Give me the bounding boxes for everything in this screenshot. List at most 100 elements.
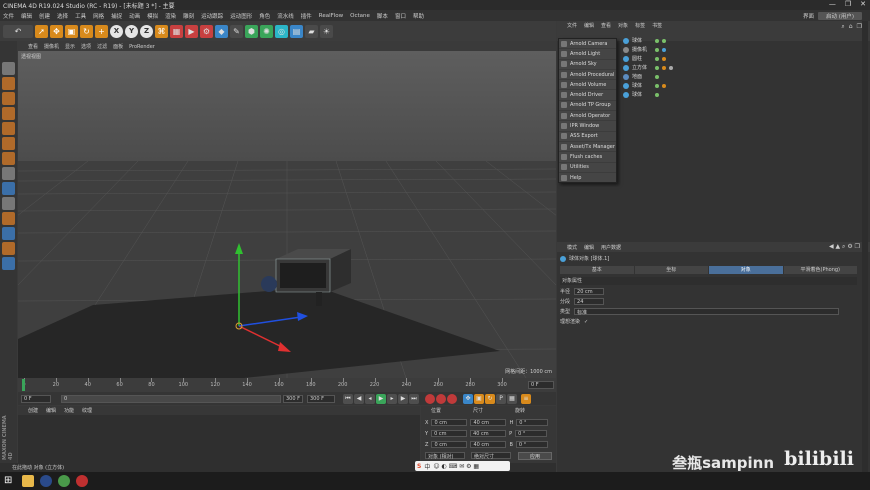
- explorer-icon[interactable]: [22, 475, 34, 487]
- pos-z-field[interactable]: 0 cm: [431, 441, 468, 448]
- menu-item-arnold-light[interactable]: Arnold Light: [559, 49, 616, 60]
- ime-tools-icons[interactable]: ☺ ◐ ⌨ ✉ ⚙ ▦: [433, 463, 479, 470]
- max-frame-field[interactable]: 300 F: [307, 394, 335, 403]
- rot-b-field[interactable]: 0 °: [515, 441, 548, 448]
- mat-menu-edit[interactable]: 编辑: [46, 407, 56, 414]
- size-mode-select[interactable]: 绝对尺寸: [471, 452, 511, 460]
- view-menu-filter[interactable]: 过滤: [97, 43, 107, 50]
- render-view-icon[interactable]: ▶: [185, 24, 198, 38]
- menu-character[interactable]: 角色: [259, 12, 270, 20]
- record-icon[interactable]: [425, 393, 435, 404]
- rot-h-field[interactable]: 0 °: [516, 419, 549, 426]
- size-x-field[interactable]: 40 cm: [470, 419, 507, 426]
- perfect-sphere-checkbox[interactable]: ✓: [584, 319, 588, 325]
- menu-item-ipr-window[interactable]: IPR Window: [559, 121, 616, 132]
- pla-key-icon[interactable]: ▦: [507, 393, 517, 404]
- paint-icon[interactable]: [2, 242, 15, 255]
- coord-icon[interactable]: ⌘: [155, 24, 168, 38]
- menu-script[interactable]: 脚本: [377, 12, 388, 20]
- subdivision-icon[interactable]: ⬢: [245, 24, 258, 38]
- timeline-end-field[interactable]: 0 F: [528, 381, 554, 389]
- rotate-icon[interactable]: ↻: [80, 24, 93, 38]
- segments-field[interactable]: 24: [574, 298, 605, 305]
- menu-window[interactable]: 窗口: [395, 12, 406, 20]
- search-icon[interactable]: ⌕: [841, 23, 844, 31]
- menu-help[interactable]: 帮助: [413, 12, 424, 20]
- render-settings-icon[interactable]: ⚙: [200, 24, 213, 38]
- goto-end-icon[interactable]: ⏭: [409, 393, 419, 404]
- object-row[interactable]: 球体: [617, 81, 857, 90]
- tab-object[interactable]: 对象: [709, 266, 783, 274]
- view-menu-cameras[interactable]: 摄像机: [44, 43, 59, 50]
- menu-render[interactable]: 渲染: [165, 12, 176, 20]
- om-menu-view[interactable]: 查看: [601, 22, 611, 29]
- menu-mesh[interactable]: 网格: [93, 12, 104, 20]
- menu-snap[interactable]: 捕捉: [111, 12, 122, 20]
- cube-icon[interactable]: ◆: [215, 24, 228, 38]
- attr-nav-icons[interactable]: ◀ ▲ ⌕ ⚙ ❐: [829, 243, 860, 251]
- chrome-icon[interactable]: [58, 475, 70, 487]
- menu-item-arnold-sky[interactable]: Arnold Sky: [559, 60, 616, 70]
- coord-mode-select[interactable]: 对象 (相对): [425, 452, 465, 460]
- tab-phong[interactable]: 平滑着色(Phong): [783, 266, 857, 274]
- material-manager[interactable]: [18, 415, 420, 463]
- minimize-button[interactable]: —: [829, 0, 836, 8]
- axis-mode-icon[interactable]: [2, 167, 15, 180]
- param-key-icon[interactable]: P: [496, 393, 506, 404]
- edges-mode-icon[interactable]: [2, 137, 15, 150]
- menu-octane[interactable]: Octane: [350, 13, 370, 19]
- maximize-button[interactable]: ❐: [845, 0, 851, 8]
- menu-realflow[interactable]: RealFlow: [319, 13, 343, 19]
- recorder-icon[interactable]: [76, 475, 88, 487]
- menu-item-arnold-tp-group[interactable]: Arnold TP Group: [559, 101, 616, 112]
- menu-plugins[interactable]: 插件: [301, 12, 312, 20]
- next-frame-icon[interactable]: ▸: [387, 393, 397, 404]
- radius-field[interactable]: 20 cm: [574, 288, 605, 295]
- menu-item-arnold-driver[interactable]: Arnold Driver: [559, 90, 616, 101]
- polygons-mode-icon[interactable]: [2, 152, 15, 165]
- size-z-field[interactable]: 40 cm: [470, 441, 507, 448]
- attr-menu-edit[interactable]: 编辑: [584, 244, 594, 251]
- menu-tools[interactable]: 工具: [75, 12, 86, 20]
- end-frame-field[interactable]: 300 F: [283, 394, 303, 403]
- viewport-scene[interactable]: [18, 51, 556, 378]
- attr-menu-mode[interactable]: 模式: [567, 244, 577, 251]
- menu-item-arnold-operator[interactable]: Arnold Operator: [559, 111, 616, 122]
- close-button[interactable]: ✕: [860, 0, 866, 8]
- rot-key-icon[interactable]: ↻: [485, 393, 495, 404]
- timeline-window-icon[interactable]: ≡: [521, 393, 531, 404]
- start-frame-field[interactable]: 0 F: [21, 394, 51, 403]
- play-icon[interactable]: ▶: [376, 393, 386, 404]
- mat-menu-texture[interactable]: 纹理: [82, 407, 92, 414]
- deformer-icon[interactable]: ◎: [275, 24, 288, 38]
- texture-mode-icon[interactable]: [2, 92, 15, 105]
- apply-button[interactable]: 应用: [518, 452, 552, 460]
- om-menu-objects[interactable]: 对象: [618, 22, 628, 29]
- type-select[interactable]: 标准: [574, 308, 840, 316]
- model-mode-icon[interactable]: [2, 77, 15, 90]
- size-y-field[interactable]: 40 cm: [470, 430, 507, 437]
- object-row[interactable]: 立方体: [617, 63, 857, 72]
- view-menu-prorender[interactable]: ProRender: [129, 44, 155, 50]
- cloner-icon[interactable]: ✺: [260, 24, 273, 38]
- frame-range-slider[interactable]: 0: [61, 394, 281, 403]
- rot-p-field[interactable]: 0 °: [515, 430, 548, 437]
- points-mode-icon[interactable]: [2, 122, 15, 135]
- object-row[interactable]: 球体: [617, 36, 857, 45]
- y-axis-icon[interactable]: Y: [125, 24, 138, 38]
- arrow-icon[interactable]: ➚: [35, 24, 48, 38]
- prev-key-icon[interactable]: ◀: [354, 393, 364, 404]
- om-menu-bookmarks[interactable]: 书签: [652, 22, 662, 29]
- menu-item-ass-export[interactable]: ASS Export: [559, 132, 616, 142]
- mat-menu-create[interactable]: 创建: [28, 407, 38, 414]
- sculpt-icon[interactable]: [2, 227, 15, 240]
- pos-key-icon[interactable]: ✥: [463, 393, 473, 404]
- render-region-icon[interactable]: ▦: [170, 24, 183, 38]
- prev-frame-icon[interactable]: ◂: [365, 393, 375, 404]
- menu-select[interactable]: 选择: [57, 12, 68, 20]
- menu-sculpt[interactable]: 雕刻: [183, 12, 194, 20]
- menu-item-utilities[interactable]: Utilities: [559, 163, 616, 173]
- z-axis-icon[interactable]: Z: [140, 24, 153, 38]
- lock-icon[interactable]: [2, 257, 15, 270]
- home-icon[interactable]: ⌂: [849, 23, 853, 31]
